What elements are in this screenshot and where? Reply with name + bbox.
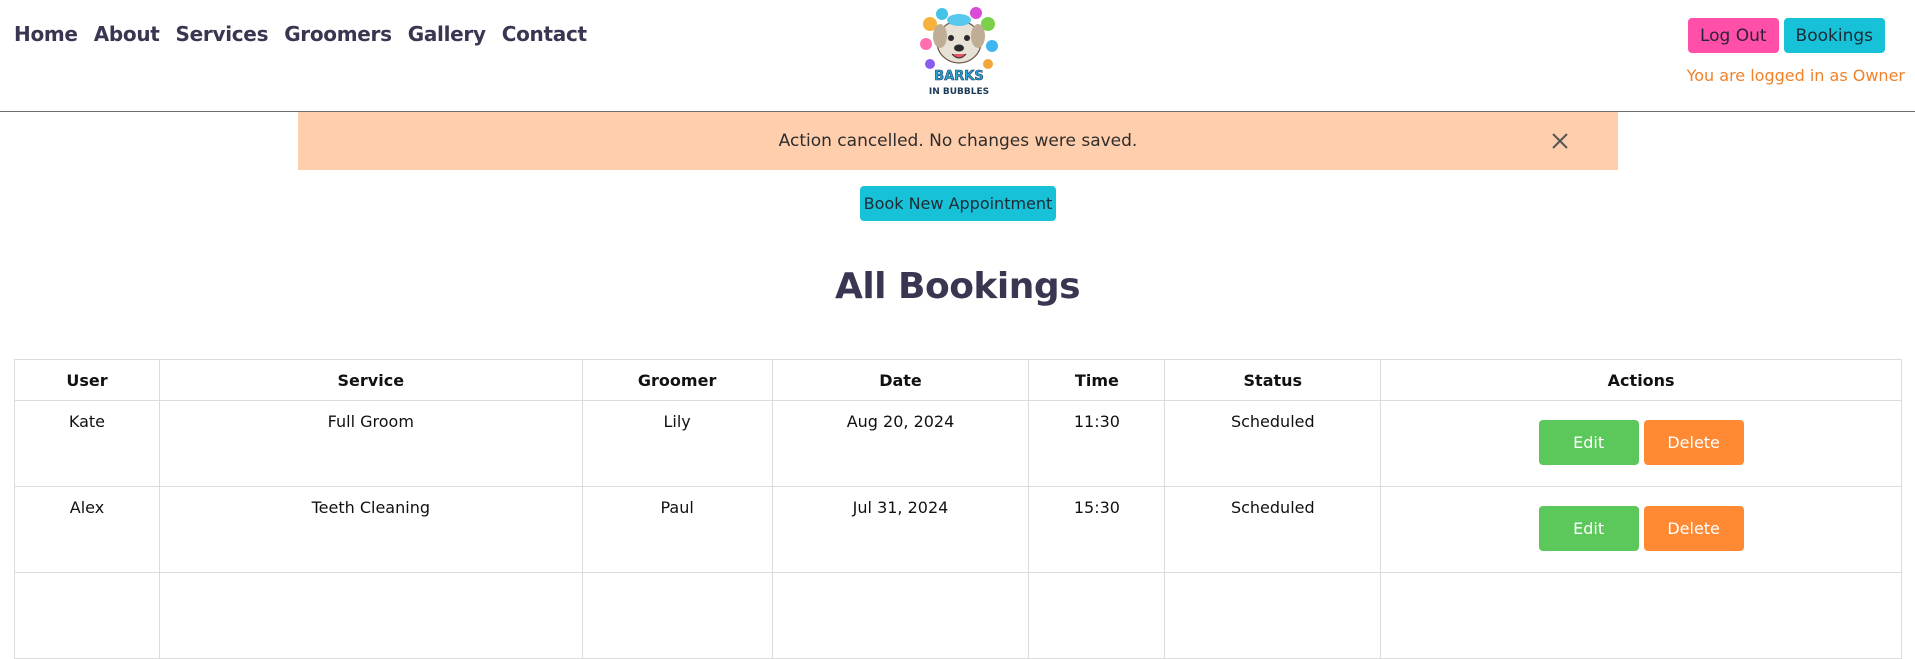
cell-status: Scheduled: [1164, 400, 1382, 487]
alert-message: Action cancelled. No changes were saved.: [778, 131, 1138, 151]
nav-contact[interactable]: Contact: [502, 22, 587, 46]
cancel-alert: Action cancelled. No changes were saved.: [298, 112, 1618, 170]
login-status-text: You are logged in as Owner: [1686, 66, 1905, 85]
cell-date: Aug 20, 2024: [771, 400, 1030, 487]
col-time: Time: [1028, 359, 1166, 401]
col-date: Date: [771, 359, 1030, 401]
cell-groomer: Lily: [581, 400, 773, 487]
close-icon[interactable]: [1550, 131, 1570, 151]
cell-service: Teeth Cleaning: [158, 486, 583, 573]
cell-service: Full Groom: [158, 400, 583, 487]
auth-buttons: Log Out Bookings: [1687, 18, 1885, 53]
col-user: User: [14, 359, 160, 401]
nav-groomers[interactable]: Groomers: [284, 22, 392, 46]
cell-actions: Edit Delete: [1380, 486, 1902, 573]
logout-button[interactable]: Log Out: [1687, 18, 1779, 53]
cell-status: Scheduled: [1164, 486, 1382, 573]
edit-button[interactable]: Edit: [1538, 420, 1639, 465]
cell-actions: Edit Delete: [1380, 400, 1902, 487]
edit-button[interactable]: Edit: [1538, 506, 1639, 551]
svg-text:IN BUBBLES: IN BUBBLES: [929, 87, 989, 97]
col-groomer: Groomer: [581, 359, 773, 401]
delete-button[interactable]: Delete: [1643, 506, 1744, 551]
bookings-table: User Service Groomer Date Time Status Ac…: [14, 359, 1902, 659]
table-row: [14, 572, 1902, 659]
main-nav: Home About Services Groomers Gallery Con…: [14, 22, 587, 46]
svg-text:BARKS: BARKS: [934, 69, 983, 84]
table-header-row: User Service Groomer Date Time Status Ac…: [14, 359, 1902, 401]
nav-home[interactable]: Home: [14, 22, 78, 46]
nav-services[interactable]: Services: [176, 22, 269, 46]
table-row: Kate Full Groom Lily Aug 20, 2024 11:30 …: [14, 400, 1902, 487]
bookings-button[interactable]: Bookings: [1783, 18, 1885, 53]
col-actions: Actions: [1380, 359, 1902, 401]
delete-button[interactable]: Delete: [1643, 420, 1744, 465]
nav-about[interactable]: About: [94, 22, 160, 46]
table-row: Alex Teeth Cleaning Paul Jul 31, 2024 15…: [14, 486, 1902, 573]
cell-user: Kate: [14, 400, 160, 487]
book-new-appointment-button[interactable]: Book New Appointment: [860, 186, 1056, 221]
cell-date: Jul 31, 2024: [771, 486, 1030, 573]
cell-groomer: Paul: [581, 486, 773, 573]
site-header: Home About Services Groomers Gallery Con…: [0, 0, 1915, 112]
cell-time: 11:30: [1028, 400, 1166, 487]
col-service: Service: [158, 359, 583, 401]
nav-gallery[interactable]: Gallery: [408, 22, 486, 46]
cell-user: Alex: [14, 486, 160, 573]
col-status: Status: [1164, 359, 1382, 401]
cell-time: 15:30: [1028, 486, 1166, 573]
barks-in-bubbles-logo[interactable]: BARKS IN BUBBLES: [918, 6, 1000, 98]
page-title: All Bookings: [834, 266, 1081, 307]
